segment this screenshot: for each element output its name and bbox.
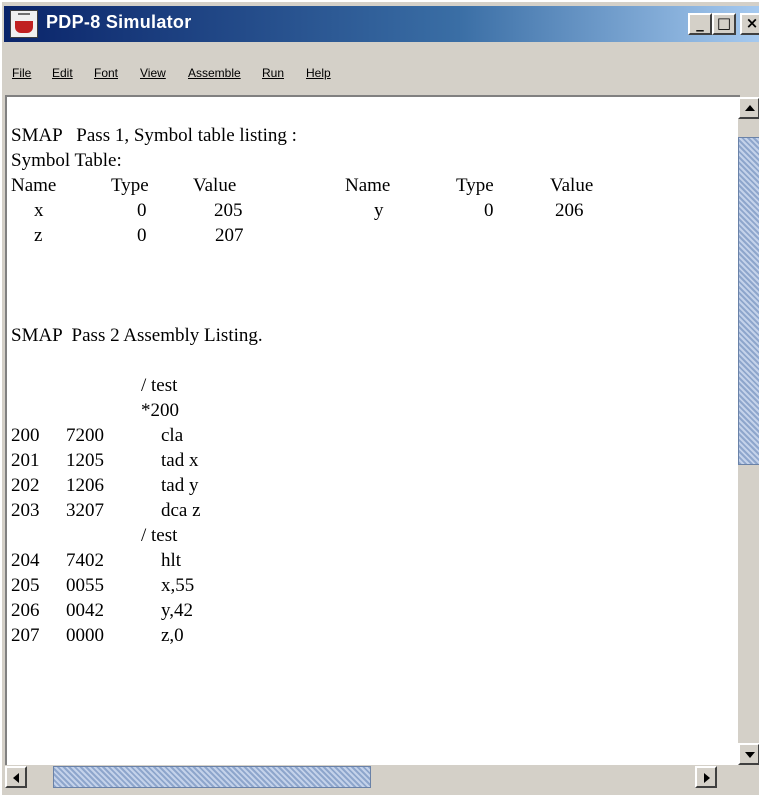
listing-address: 203 [11,500,40,521]
listing-address: 206 [11,600,40,621]
listing-source: tad x [161,450,199,471]
menu-bar: File Edit Font View Assemble Run Help [4,60,759,88]
menu-label: View [140,66,166,80]
listing-source: z,0 [161,625,184,646]
maximize-button[interactable]: □ [712,13,736,35]
listing-address: 201 [11,450,40,471]
symbol-type: 0 [484,200,494,221]
symbol-table-label: Symbol Table: [11,150,122,171]
symbol-name: x [34,200,44,221]
col-header-type: Type [111,175,149,196]
menu-label: Assemble [188,66,241,80]
listing-opcode: 0055 [66,575,104,596]
scroll-corner [738,766,759,788]
title-bar[interactable]: PDP-8 Simulator _ □ × [4,6,759,42]
col-header-name: Name [11,175,57,196]
symbol-name: y [374,200,384,221]
symbol-type: 0 [137,200,147,221]
listing-source: y,42 [161,600,194,621]
menu-label: Run [262,66,285,80]
close-button[interactable]: × [740,13,759,35]
listing-source: x,55 [161,575,195,596]
listing-text-area[interactable]: SMAP Pass 1, Symbol table listing : Symb… [5,95,740,765]
pass1-header: SMAP Pass 1, Symbol table listing : [11,125,297,146]
listing-address: 204 [11,550,40,571]
listing-opcode: 7200 [66,425,104,446]
col-header-value: Value [193,175,237,196]
menu-label: Font [94,66,119,80]
menu-font[interactable]: Font [94,66,118,80]
listing-address: 205 [11,575,40,596]
scroll-down-button[interactable] [738,743,759,765]
menu-label: Help [306,66,331,80]
listing-source: cla [161,425,184,446]
listing-opcode: 0000 [66,625,104,646]
arrow-up-icon [745,105,755,111]
pass2-header: SMAP Pass 2 Assembly Listing. [11,325,263,346]
symbol-value: 206 [555,200,584,221]
java-coffee-icon[interactable] [10,10,38,38]
arrow-left-icon [13,773,19,783]
menu-help[interactable]: Help [306,66,331,80]
symbol-type: 0 [137,225,147,246]
listing-address: 200 [11,425,40,446]
listing-address: 207 [11,625,40,646]
menu-assemble[interactable]: Assemble [188,66,241,80]
listing-source: dca z [161,500,201,521]
listing-source: / test [141,375,178,396]
listing-opcode: 1206 [66,475,104,496]
vertical-scroll-thumb[interactable] [738,137,759,465]
symbol-value: 205 [214,200,243,221]
minimize-button[interactable]: _ [688,13,712,35]
window-title: PDP-8 Simulator [46,12,192,32]
scroll-up-button[interactable] [738,97,759,119]
listing-source: tad y [161,475,199,496]
menu-run[interactable]: Run [262,66,284,80]
vertical-scrollbar[interactable] [738,97,759,765]
menu-label: Edit [52,66,73,80]
menu-label: File [12,66,32,80]
menu-view[interactable]: View [140,66,166,80]
symbol-value: 207 [215,225,244,246]
listing-opcode: 0042 [66,600,104,621]
listing-source: hlt [161,550,182,571]
menu-file[interactable]: File [12,66,31,80]
symbol-name: z [34,225,43,246]
arrow-right-icon [704,773,710,783]
arrow-down-icon [745,752,755,758]
scroll-right-button[interactable] [695,766,717,788]
listing-address: 202 [11,475,40,496]
horizontal-scrollbar[interactable] [5,766,738,788]
listing-opcode: 3207 [66,500,104,521]
menu-edit[interactable]: Edit [52,66,73,80]
horizontal-scroll-thumb[interactable] [53,766,371,788]
col-header-value-2: Value [550,175,594,196]
scroll-left-button[interactable] [5,766,27,788]
col-header-type-2: Type [456,175,494,196]
listing-opcode: 7402 [66,550,104,571]
col-header-name-2: Name [345,175,391,196]
listing-opcode: 1205 [66,450,104,471]
listing-source: / test [141,525,178,546]
listing-source: *200 [141,400,179,421]
app-window: PDP-8 Simulator _ □ × File Edit Font Vie… [0,0,759,795]
